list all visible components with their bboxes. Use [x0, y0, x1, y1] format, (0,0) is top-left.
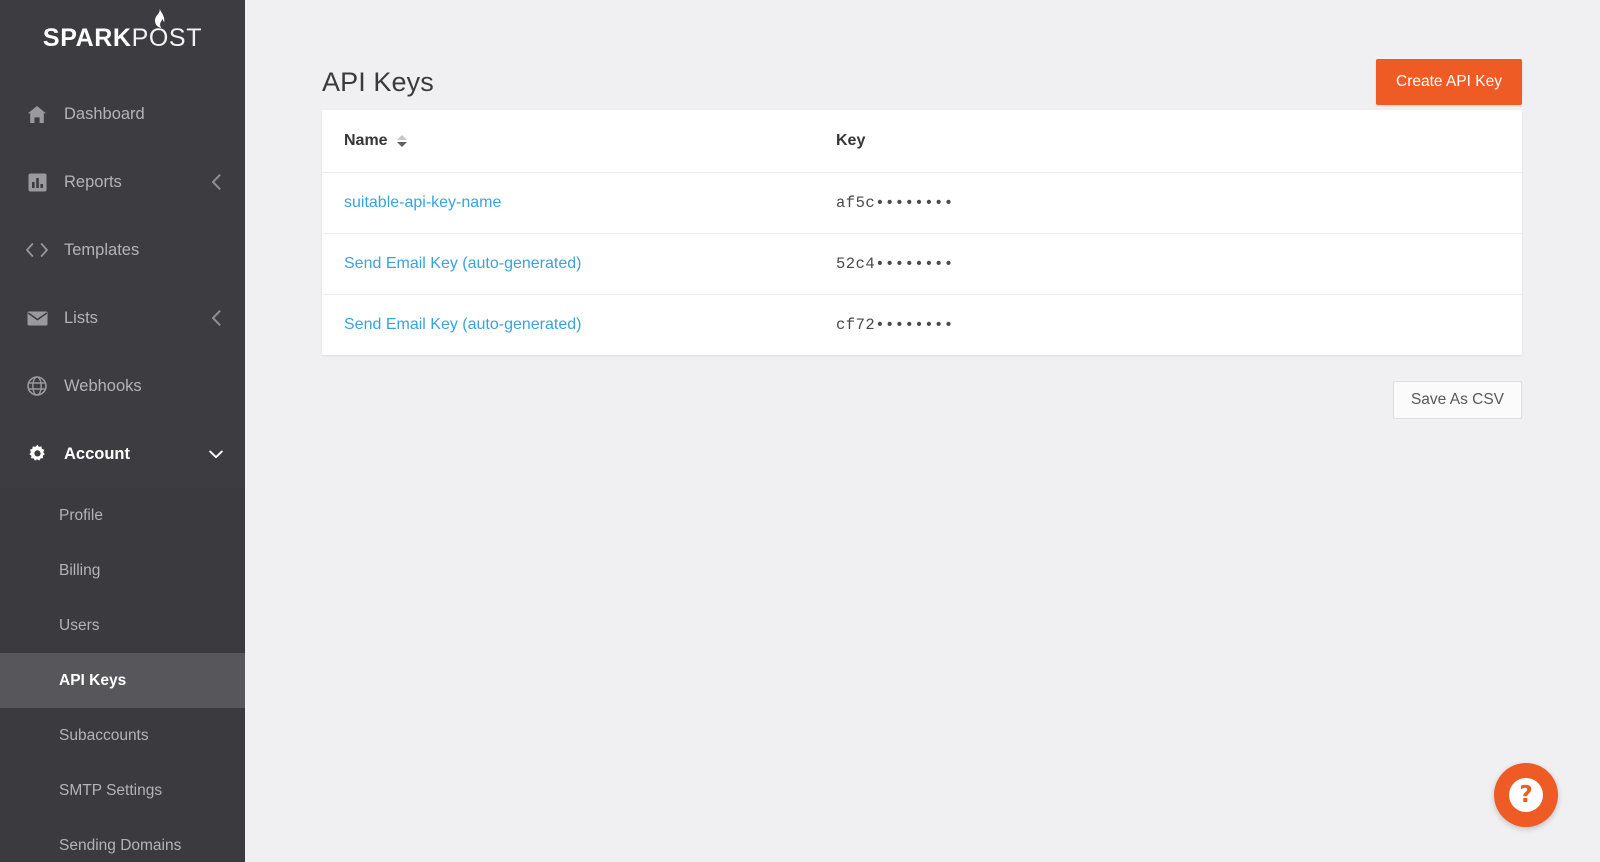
- sidebar-item-account[interactable]: Account: [0, 420, 245, 488]
- sidebar-item-label: Templates: [64, 240, 140, 259]
- sidebar-item-label: Profile: [59, 506, 103, 524]
- sidebar-item-label: Sending Domains: [59, 836, 182, 854]
- chevron-left-icon[interactable]: [209, 174, 223, 190]
- column-header-name-label: Name: [344, 131, 388, 149]
- table-footer-actions: Save As CSV: [245, 355, 1600, 419]
- chevron-down-icon[interactable]: [209, 447, 223, 461]
- help-button[interactable]: ?: [1494, 763, 1558, 827]
- cell-key: af5c••••••••: [814, 172, 1522, 234]
- brand-logo[interactable]: SPARK P O ST: [0, 0, 245, 76]
- bar-chart-icon: [26, 171, 48, 193]
- sidebar-item-users[interactable]: Users: [0, 598, 245, 653]
- question-mark-icon: ?: [1509, 778, 1543, 812]
- app-root: SPARK P O ST Dashboard Reports Templates…: [0, 0, 1600, 862]
- chevron-none: [209, 379, 223, 393]
- api-keys-card: Name Key suitable-api-key-name af5c•••••…: [322, 110, 1522, 355]
- sidebar-item-templates[interactable]: Templates: [0, 216, 245, 284]
- sidebar-item-label: Reports: [64, 172, 122, 191]
- create-api-key-button[interactable]: Create API Key: [1376, 59, 1522, 105]
- page-header: API Keys Create API Key: [245, 0, 1600, 110]
- sidebar-item-label: SMTP Settings: [59, 781, 163, 799]
- api-keys-card-wrap: Name Key suitable-api-key-name af5c•••••…: [245, 110, 1600, 355]
- sidebar-item-billing[interactable]: Billing: [0, 543, 245, 598]
- sidebar-item-profile[interactable]: Profile: [0, 488, 245, 543]
- sidebar-item-label: Webhooks: [64, 376, 142, 395]
- api-key-name-link[interactable]: Send Email Key (auto-generated): [344, 255, 581, 272]
- sidebar-item-dashboard[interactable]: Dashboard: [0, 80, 245, 148]
- sidebar-item-sending-domains[interactable]: Sending Domains: [0, 818, 245, 862]
- logo-text-o: O: [148, 23, 169, 52]
- logo-text-st: ST: [168, 23, 203, 52]
- table-header-row: Name Key: [322, 110, 1522, 173]
- chevron-none: [209, 243, 223, 257]
- home-icon: [26, 103, 48, 125]
- cell-key: cf72••••••••: [814, 294, 1522, 355]
- table-body: suitable-api-key-name af5c•••••••• Send …: [322, 172, 1522, 355]
- column-header-name: Name: [322, 110, 814, 173]
- sort-descending-icon: [397, 141, 408, 147]
- sidebar-item-label: Lists: [64, 308, 98, 327]
- sidebar-item-label: API Keys: [59, 671, 127, 689]
- primary-navigation: Dashboard Reports Templates Lists Webhoo…: [0, 76, 245, 862]
- column-header-key-label: Key: [836, 131, 866, 149]
- table-row: Send Email Key (auto-generated) cf72••••…: [322, 294, 1522, 355]
- sidebar: SPARK P O ST Dashboard Reports Templates…: [0, 0, 245, 862]
- logo-text-p: P: [131, 23, 149, 52]
- code-icon: [26, 239, 48, 261]
- save-as-csv-button[interactable]: Save As CSV: [1392, 381, 1522, 419]
- main-content: API Keys Create API Key Name Key suitabl…: [245, 0, 1600, 862]
- table-row: suitable-api-key-name af5c••••••••: [322, 172, 1522, 234]
- api-key-name-link[interactable]: suitable-api-key-name: [344, 194, 501, 211]
- account-submenu: Profile Billing Users API Keys Subaccoun…: [0, 488, 245, 862]
- cell-name: suitable-api-key-name: [322, 172, 814, 234]
- column-header-key: Key: [814, 110, 1522, 173]
- sidebar-item-api-keys[interactable]: API Keys: [0, 653, 245, 708]
- sidebar-item-reports[interactable]: Reports: [0, 148, 245, 216]
- sidebar-item-label: Subaccounts: [59, 726, 149, 744]
- gear-icon: [26, 443, 48, 465]
- globe-icon: [26, 375, 48, 397]
- logo-text-spark: SPARK: [42, 23, 132, 52]
- cell-name: Send Email Key (auto-generated): [322, 233, 814, 295]
- sidebar-item-webhooks[interactable]: Webhooks: [0, 352, 245, 420]
- chevron-left-icon[interactable]: [209, 310, 223, 326]
- api-key-name-link[interactable]: Send Email Key (auto-generated): [344, 316, 581, 333]
- sidebar-item-label: Users: [59, 616, 100, 634]
- api-key-value: cf72••••••••: [836, 315, 954, 334]
- sidebar-item-smtp-settings[interactable]: SMTP Settings: [0, 763, 245, 818]
- api-keys-table: Name Key suitable-api-key-name af5c•••••…: [322, 110, 1522, 355]
- chevron-none: [209, 107, 223, 121]
- cell-name: Send Email Key (auto-generated): [322, 294, 814, 355]
- table-row: Send Email Key (auto-generated) 52c4••••…: [322, 233, 1522, 295]
- sidebar-item-subaccounts[interactable]: Subaccounts: [0, 708, 245, 763]
- api-key-value: af5c••••••••: [836, 193, 954, 212]
- sidebar-item-lists[interactable]: Lists: [0, 284, 245, 352]
- sidebar-item-label: Account: [64, 444, 130, 463]
- api-key-value: 52c4••••••••: [836, 254, 954, 273]
- sidebar-item-label: Dashboard: [64, 104, 145, 123]
- sort-ascending-icon: [397, 134, 408, 140]
- table-header: Name Key: [322, 110, 1522, 173]
- envelope-icon: [26, 307, 48, 329]
- sidebar-item-label: Billing: [59, 561, 101, 579]
- cell-key: 52c4••••••••: [814, 233, 1522, 295]
- sort-toggle-name[interactable]: [397, 134, 408, 147]
- page-title: API Keys: [322, 66, 434, 97]
